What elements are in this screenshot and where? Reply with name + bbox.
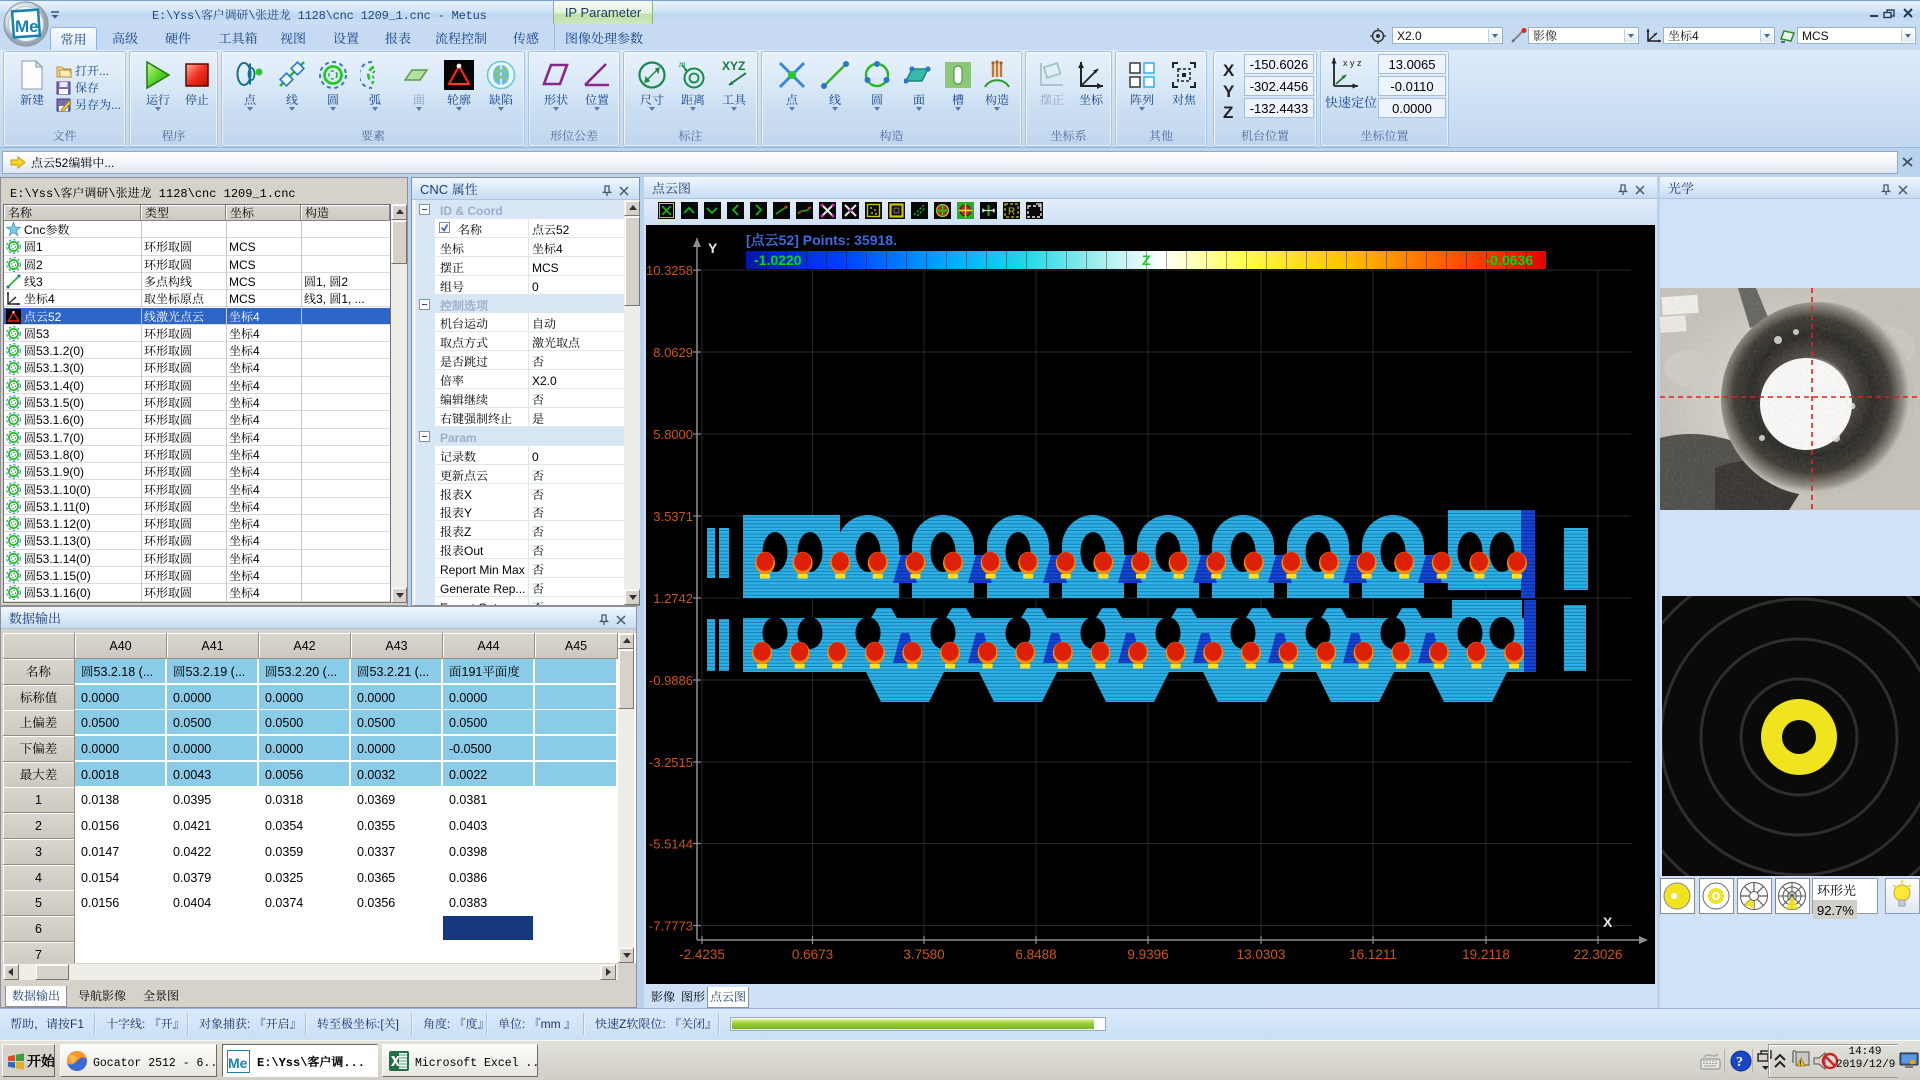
svg-text:-0.0636: -0.0636 [1486, 252, 1534, 268]
svg-text:-2.4235: -2.4235 [679, 947, 725, 962]
svg-text:?: ? [1736, 1055, 1743, 1070]
svg-text:Z: Z [1142, 252, 1151, 268]
svg-text:1.2742: 1.2742 [653, 591, 693, 606]
svg-text:-3.2515: -3.2515 [649, 755, 693, 770]
svg-text:3.5371: 3.5371 [653, 509, 693, 524]
svg-text:19.2118: 19.2118 [1462, 947, 1510, 962]
svg-text:6.8488: 6.8488 [1015, 947, 1056, 962]
svg-text:16.1211: 16.1211 [1349, 947, 1397, 962]
svg-text:9.9396: 9.9396 [1127, 947, 1168, 962]
svg-text:8.0629: 8.0629 [653, 345, 693, 360]
svg-text:22.3026: 22.3026 [1574, 947, 1623, 962]
svg-text:5.8000: 5.8000 [653, 427, 693, 442]
svg-text:XYZ: XYZ [722, 59, 745, 73]
svg-text:13.0303: 13.0303 [1237, 947, 1286, 962]
svg-text:X: X [1603, 914, 1613, 930]
svg-text:-5.5144: -5.5144 [649, 837, 693, 852]
svg-text:Y: Y [708, 240, 718, 256]
svg-text:x y z: x y z [1343, 58, 1362, 68]
svg-text:-7.7773: -7.7773 [649, 919, 693, 934]
svg-text:[点云52] Points: 35918.: [点云52] Points: 35918. [746, 230, 897, 250]
svg-text:10.3258: 10.3258 [646, 263, 693, 278]
svg-text:-1.0220: -1.0220 [754, 252, 802, 268]
svg-text:3.7580: 3.7580 [903, 947, 944, 962]
svg-text:0.6673: 0.6673 [792, 947, 833, 962]
svg-text:Me: Me [15, 17, 39, 36]
svg-text:-0.9886: -0.9886 [649, 673, 693, 688]
svg-text:!: ! [1799, 1061, 1801, 1068]
svg-text:R: R [1008, 207, 1015, 218]
